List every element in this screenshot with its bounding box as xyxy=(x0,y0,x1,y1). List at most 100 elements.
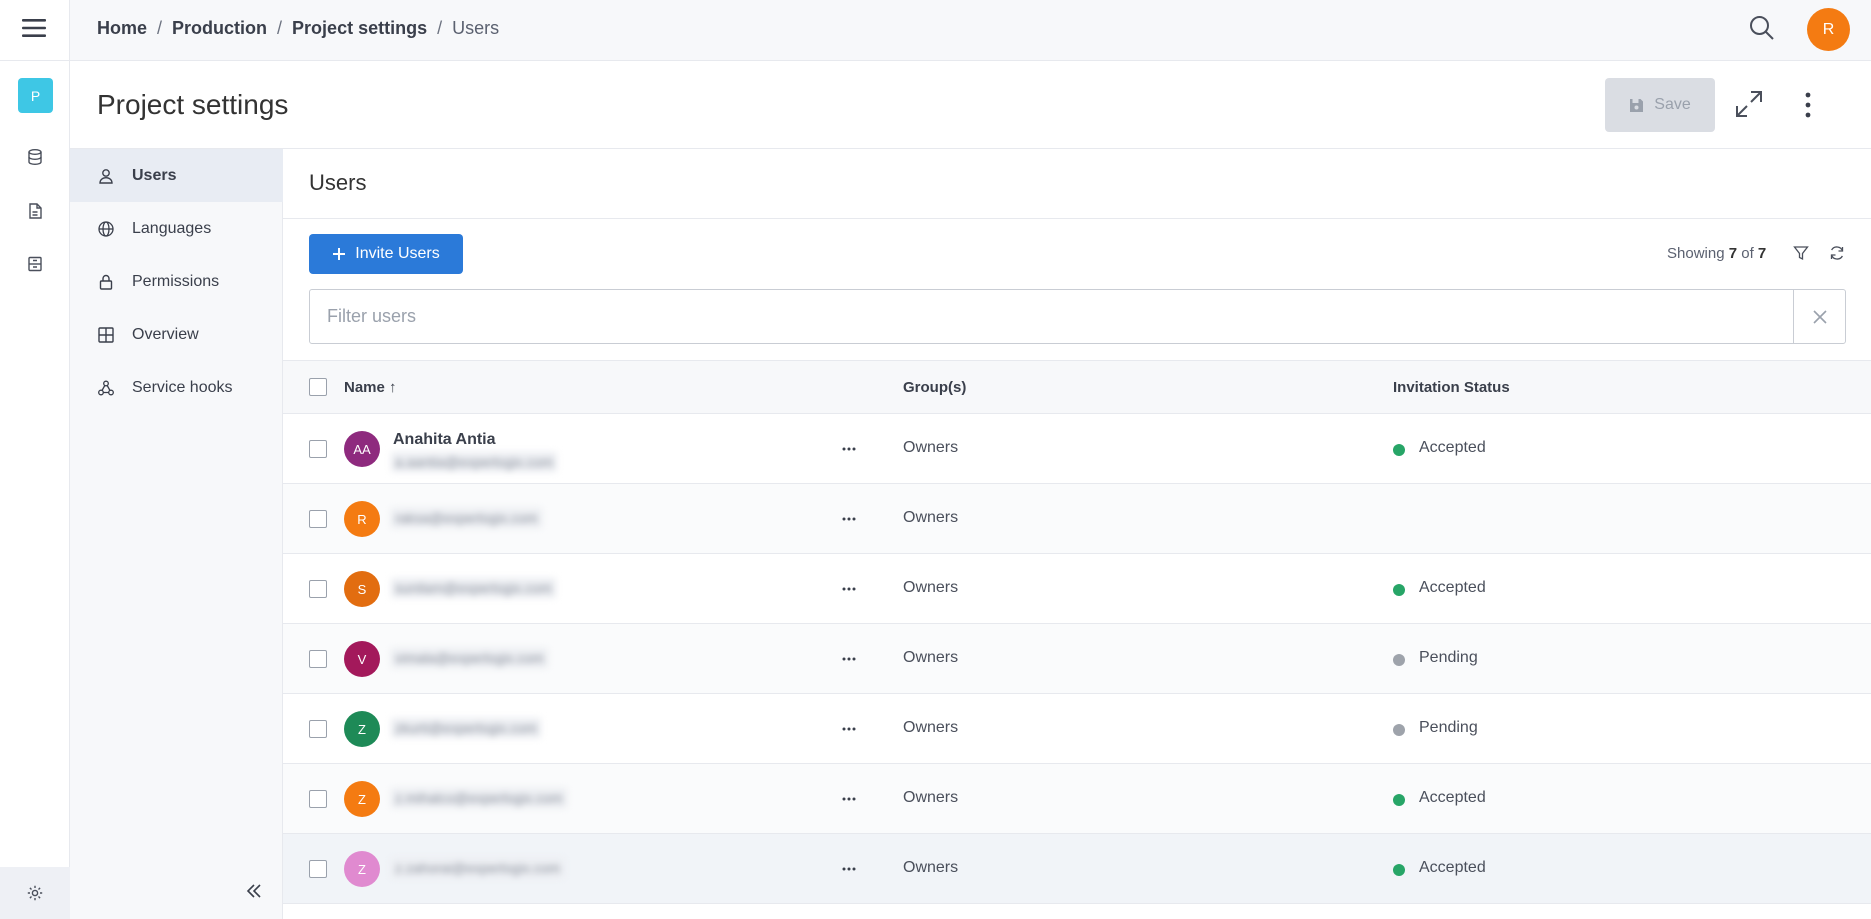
table-row[interactable]: R raksa@experlogix.com Owners xyxy=(283,484,1871,554)
invitation-status: Accepted xyxy=(1419,859,1486,876)
collapse-sidebar-icon[interactable] xyxy=(244,881,264,901)
grid-icon xyxy=(97,326,115,344)
user-group: Owners xyxy=(903,509,959,526)
save-label: Save xyxy=(1654,96,1691,113)
showing-of: of xyxy=(1741,245,1754,262)
app-rail: P xyxy=(0,0,70,919)
expand-icon[interactable] xyxy=(1734,89,1764,119)
table-row[interactable]: V vimala@experlogix.com Owners Pending xyxy=(283,624,1871,694)
invitation-status: Accepted xyxy=(1419,789,1486,806)
user-group: Owners xyxy=(903,859,959,876)
settings-icon xyxy=(26,884,44,902)
menu-icon[interactable] xyxy=(21,17,47,39)
row-checkbox[interactable] xyxy=(309,440,327,458)
nav-item-label: Service hooks xyxy=(132,378,233,396)
user-avatar: Z xyxy=(344,851,380,887)
row-checkbox[interactable] xyxy=(309,720,327,738)
breadcrumb-separator: / xyxy=(437,18,443,38)
page-header: Project settings Save xyxy=(70,61,1871,149)
status-dot xyxy=(1393,654,1405,666)
more-options-icon[interactable] xyxy=(1803,91,1813,119)
column-groups-header: Group(s) xyxy=(903,379,967,396)
database-icon[interactable] xyxy=(26,148,44,166)
rail-divider xyxy=(0,60,70,61)
breadcrumb-home[interactable]: Home xyxy=(97,18,147,39)
user-email: zkurti@experlogix.com xyxy=(391,718,541,738)
breadcrumb-production[interactable]: Production xyxy=(172,18,267,39)
document-icon[interactable] xyxy=(26,202,44,220)
nav-item-overview[interactable]: Overview xyxy=(70,308,283,361)
user-email: vimala@experlogix.com xyxy=(391,648,548,668)
table-row[interactable]: Z z.zahorai@experlogix.com Owners Accept… xyxy=(283,834,1871,904)
status-dot xyxy=(1393,584,1405,596)
column-name-label: Name xyxy=(344,379,385,396)
breadcrumb-separator: / xyxy=(277,18,283,38)
row-checkbox[interactable] xyxy=(309,860,327,878)
nav-item-permissions[interactable]: Permissions xyxy=(70,255,283,308)
filter-users-box xyxy=(309,289,1846,344)
nav-item-service-hooks[interactable]: Service hooks xyxy=(70,361,283,414)
user-avatar[interactable]: R xyxy=(1807,8,1850,51)
breadcrumb-project-settings[interactable]: Project settings xyxy=(292,18,427,39)
invitation-status: Accepted xyxy=(1419,579,1486,596)
sort-ascending-icon: ↑ xyxy=(389,379,397,396)
table-row[interactable]: Z zkurti@experlogix.com Owners Pending xyxy=(283,694,1871,764)
nav-item-label: Languages xyxy=(132,219,212,237)
user-email: a.aantia@experlogix.com xyxy=(391,452,558,472)
user-email: z.zahorai@experlogix.com xyxy=(391,858,565,878)
user-group: Owners xyxy=(903,579,959,596)
top-bar: Home / Production / Project settings / U… xyxy=(70,0,1871,61)
column-name-header[interactable]: Name ↑ xyxy=(344,379,397,396)
invite-users-label: Invite Users xyxy=(355,245,440,262)
settings-button[interactable] xyxy=(0,867,70,919)
invitation-status: Pending xyxy=(1419,649,1478,666)
row-more-icon[interactable] xyxy=(841,791,857,807)
table-row[interactable]: AA Anahita Antia a.aantia@experlogix.com… xyxy=(283,414,1871,484)
nav-item-label: Overview xyxy=(132,325,199,343)
row-more-icon[interactable] xyxy=(841,861,857,877)
user-group: Owners xyxy=(903,649,959,666)
plus-icon xyxy=(332,247,346,261)
user-avatar: V xyxy=(344,641,380,677)
nav-item-languages[interactable]: Languages xyxy=(70,202,283,255)
showing-prefix: Showing xyxy=(1667,245,1725,262)
user-avatar: Z xyxy=(344,781,380,817)
table-row[interactable]: S sunilam@experlogix.com Owners Accepted xyxy=(283,554,1871,624)
breadcrumb: Home / Production / Project settings / U… xyxy=(97,18,499,39)
webhook-icon xyxy=(97,379,115,397)
row-checkbox[interactable] xyxy=(309,790,327,808)
row-checkbox[interactable] xyxy=(309,510,327,528)
user-email: raksa@experlogix.com xyxy=(391,508,542,528)
settings-nav: Users Languages Permissions Overview Ser… xyxy=(70,149,283,919)
row-more-icon[interactable] xyxy=(841,651,857,667)
user-icon xyxy=(97,167,115,185)
row-checkbox[interactable] xyxy=(309,580,327,598)
row-more-icon[interactable] xyxy=(841,721,857,737)
row-checkbox[interactable] xyxy=(309,650,327,668)
filter-users-input[interactable] xyxy=(310,290,1792,343)
nav-item-label: Permissions xyxy=(132,272,220,290)
invite-users-button[interactable]: Invite Users xyxy=(309,234,463,274)
showing-count: Showing 7 of 7 xyxy=(1667,245,1766,262)
row-more-icon[interactable] xyxy=(841,441,857,457)
nav-item-users[interactable]: Users xyxy=(70,149,283,202)
showing-current: 7 xyxy=(1728,245,1738,262)
user-group: Owners xyxy=(903,719,959,736)
table-row[interactable]: Z z.mihalco@experlogix.com Owners Accept… xyxy=(283,764,1871,834)
breadcrumb-current: Users xyxy=(452,18,500,38)
archive-icon[interactable] xyxy=(26,255,44,273)
section-title: Users xyxy=(309,170,367,195)
select-all-checkbox[interactable] xyxy=(309,378,327,396)
refresh-icon[interactable] xyxy=(1829,245,1845,261)
user-avatar: S xyxy=(344,571,380,607)
filter-icon[interactable] xyxy=(1793,245,1809,261)
project-badge[interactable]: P xyxy=(18,78,53,113)
user-avatar: Z xyxy=(344,711,380,747)
save-button[interactable]: Save xyxy=(1605,78,1715,132)
invitation-status: Pending xyxy=(1419,719,1478,736)
row-more-icon[interactable] xyxy=(841,581,857,597)
search-icon[interactable] xyxy=(1748,14,1776,42)
user-email: z.mihalco@experlogix.com xyxy=(391,788,567,808)
clear-filter-button[interactable] xyxy=(1793,290,1845,343)
row-more-icon[interactable] xyxy=(841,511,857,527)
